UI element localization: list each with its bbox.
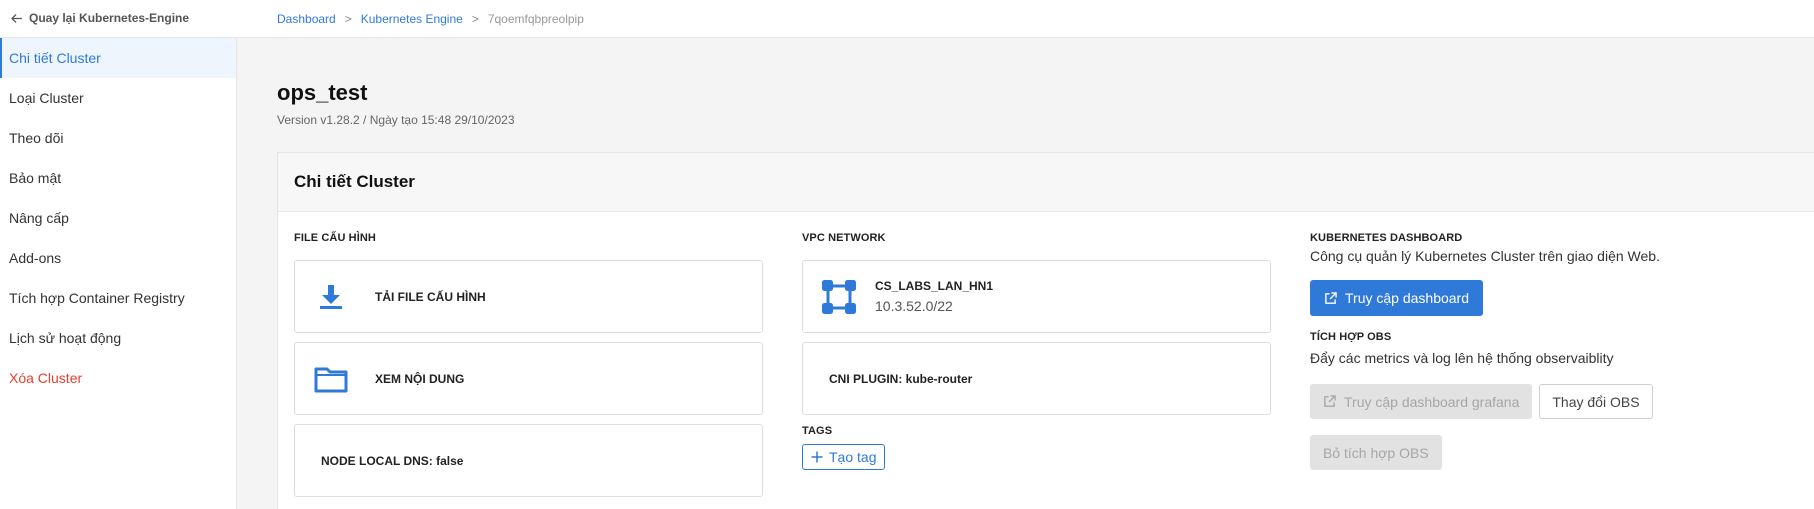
view-config-card[interactable]: XEM NỘI DUNG	[294, 342, 763, 415]
dashboard-column: KUBERNETES DASHBOARD Công cụ quản lý Kub…	[1310, 232, 1810, 470]
sidebar-item-label: Bảo mật	[9, 170, 62, 186]
dashboard-access-row: Truy cập dashboard	[1310, 280, 1483, 316]
access-dashboard-label: Truy cập dashboard	[1345, 290, 1469, 306]
change-obs-button[interactable]: Thay đổi OBS	[1539, 384, 1653, 419]
obs-remove-row: Bỏ tích hợp OBS	[1310, 435, 1442, 470]
arrow-left-icon	[11, 13, 23, 23]
sidebar-item-addons[interactable]: Add-ons	[0, 238, 236, 278]
grafana-dashboard-label: Truy cập dashboard grafana	[1344, 393, 1520, 410]
folder-icon	[313, 361, 349, 397]
sidebar-item-label: Chi tiết Cluster	[9, 50, 101, 66]
back-link-label: Quay lại Kubernetes-Engine	[29, 11, 190, 25]
access-dashboard-button[interactable]: Truy cập dashboard	[1310, 280, 1483, 316]
obs-actions-row: Truy cập dashboard grafana Thay đổi OBS	[1310, 384, 1653, 419]
remove-obs-button[interactable]: Bỏ tích hợp OBS	[1310, 435, 1442, 470]
page-title: ops_test	[277, 80, 368, 105]
vpc-section-label: VPC NETWORK	[802, 232, 886, 244]
create-tag-button[interactable]: Tạo tag	[802, 444, 886, 470]
sidebar-item-label: Nâng cấp	[9, 210, 69, 226]
node-local-dns-card: NODE LOCAL DNS: false	[294, 424, 763, 497]
sidebar-item-upgrade[interactable]: Nâng cấp	[0, 198, 236, 238]
sidebar-item-label: Theo dõi	[9, 130, 64, 146]
sidebar: Chi tiết Cluster Loại Cluster Theo dõi B…	[0, 38, 237, 509]
external-link-icon	[1325, 291, 1337, 304]
tags-section-label: TAGS	[802, 425, 833, 437]
node-local-dns-value: NODE LOCAL DNS: false	[321, 453, 464, 468]
page-subtitle: Version v1.28.2 / Ngày tạo 15:48 29/10/2…	[277, 113, 515, 127]
plus-icon	[811, 451, 823, 463]
vpc-network-card: CS_LABS_LAN_HN1 10.3.52.0/22	[802, 260, 1271, 333]
main-content: ops_test Version v1.28.2 / Ngày tạo 15:4…	[237, 38, 1814, 509]
config-column: FILE CẤU HÌNH TẢI FILE CẤU HÌNH XEM NỘI …	[294, 232, 763, 497]
vpc-cidr: 10.3.52.0/22	[875, 298, 953, 314]
obs-section-label: TÍCH HỢP OBS	[1310, 331, 1392, 343]
download-config-card[interactable]: TẢI FILE CẤU HÌNH	[294, 260, 763, 333]
breadcrumb-separator: >	[344, 12, 352, 26]
download-config-label: TẢI FILE CẤU HÌNH	[375, 289, 486, 304]
sidebar-item-monitoring[interactable]: Theo dõi	[0, 118, 236, 158]
tags-area: Tạo tag	[802, 444, 886, 470]
breadcrumb-kubernetes-engine[interactable]: Kubernetes Engine	[361, 12, 463, 26]
breadcrumb-separator: >	[471, 12, 479, 26]
cni-plugin-card: CNI PLUGIN: kube-router	[802, 342, 1271, 415]
panel-title: Chi tiết Cluster	[278, 153, 1814, 212]
sidebar-item-container-registry[interactable]: Tích hợp Container Registry	[0, 278, 236, 318]
k8s-dashboard-section-label: KUBERNETES DASHBOARD	[1310, 232, 1463, 244]
sidebar-item-activity-history[interactable]: Lịch sử hoạt động	[0, 318, 236, 358]
obs-description: Đẩy các metrics và log lên hệ thống obse…	[1310, 350, 1614, 366]
sidebar-item-label: Tích hợp Container Registry	[9, 290, 185, 306]
cni-plugin-value: CNI PLUGIN: kube-router	[829, 371, 973, 386]
download-icon	[313, 279, 349, 315]
top-bar: Quay lại Kubernetes-Engine Dashboard > K…	[0, 0, 1814, 38]
sidebar-item-cluster-type[interactable]: Loại Cluster	[0, 78, 236, 118]
sidebar-item-security[interactable]: Bảo mật	[0, 158, 236, 198]
sidebar-item-cluster-detail[interactable]: Chi tiết Cluster	[0, 38, 236, 78]
network-column: VPC NETWORK CS_LABS_LAN_HN1 10.3.52.0/22	[802, 232, 1271, 470]
back-link[interactable]: Quay lại Kubernetes-Engine	[10, 11, 189, 25]
sidebar-item-delete-cluster[interactable]: Xóa Cluster	[0, 358, 236, 398]
create-tag-label: Tạo tag	[829, 449, 877, 465]
view-config-label: XEM NỘI DUNG	[375, 371, 465, 386]
sidebar-item-label: Xóa Cluster	[9, 370, 83, 386]
k8s-dashboard-description: Công cụ quản lý Kubernetes Cluster trên …	[1310, 248, 1660, 264]
breadcrumb-current: 7qoemfqbpreolpip	[487, 12, 584, 26]
grafana-dashboard-button[interactable]: Truy cập dashboard grafana	[1310, 384, 1533, 419]
config-section-label: FILE CẤU HÌNH	[294, 232, 376, 244]
sidebar-item-label: Lịch sử hoạt động	[9, 330, 122, 346]
sidebar-item-label: Add-ons	[9, 250, 62, 266]
breadcrumb-dashboard[interactable]: Dashboard	[277, 12, 336, 26]
vpc-info: CS_LABS_LAN_HN1 10.3.52.0/22	[875, 279, 993, 314]
network-icon	[821, 279, 857, 315]
sidebar-item-label: Loại Cluster	[9, 90, 84, 106]
cluster-detail-panel: Chi tiết Cluster FILE CẤU HÌNH TẢI FILE …	[277, 152, 1814, 509]
vpc-name: CS_LABS_LAN_HN1	[875, 279, 994, 293]
breadcrumb: Dashboard > Kubernetes Engine > 7qoemfqb…	[277, 12, 584, 26]
external-link-icon	[1324, 395, 1336, 407]
